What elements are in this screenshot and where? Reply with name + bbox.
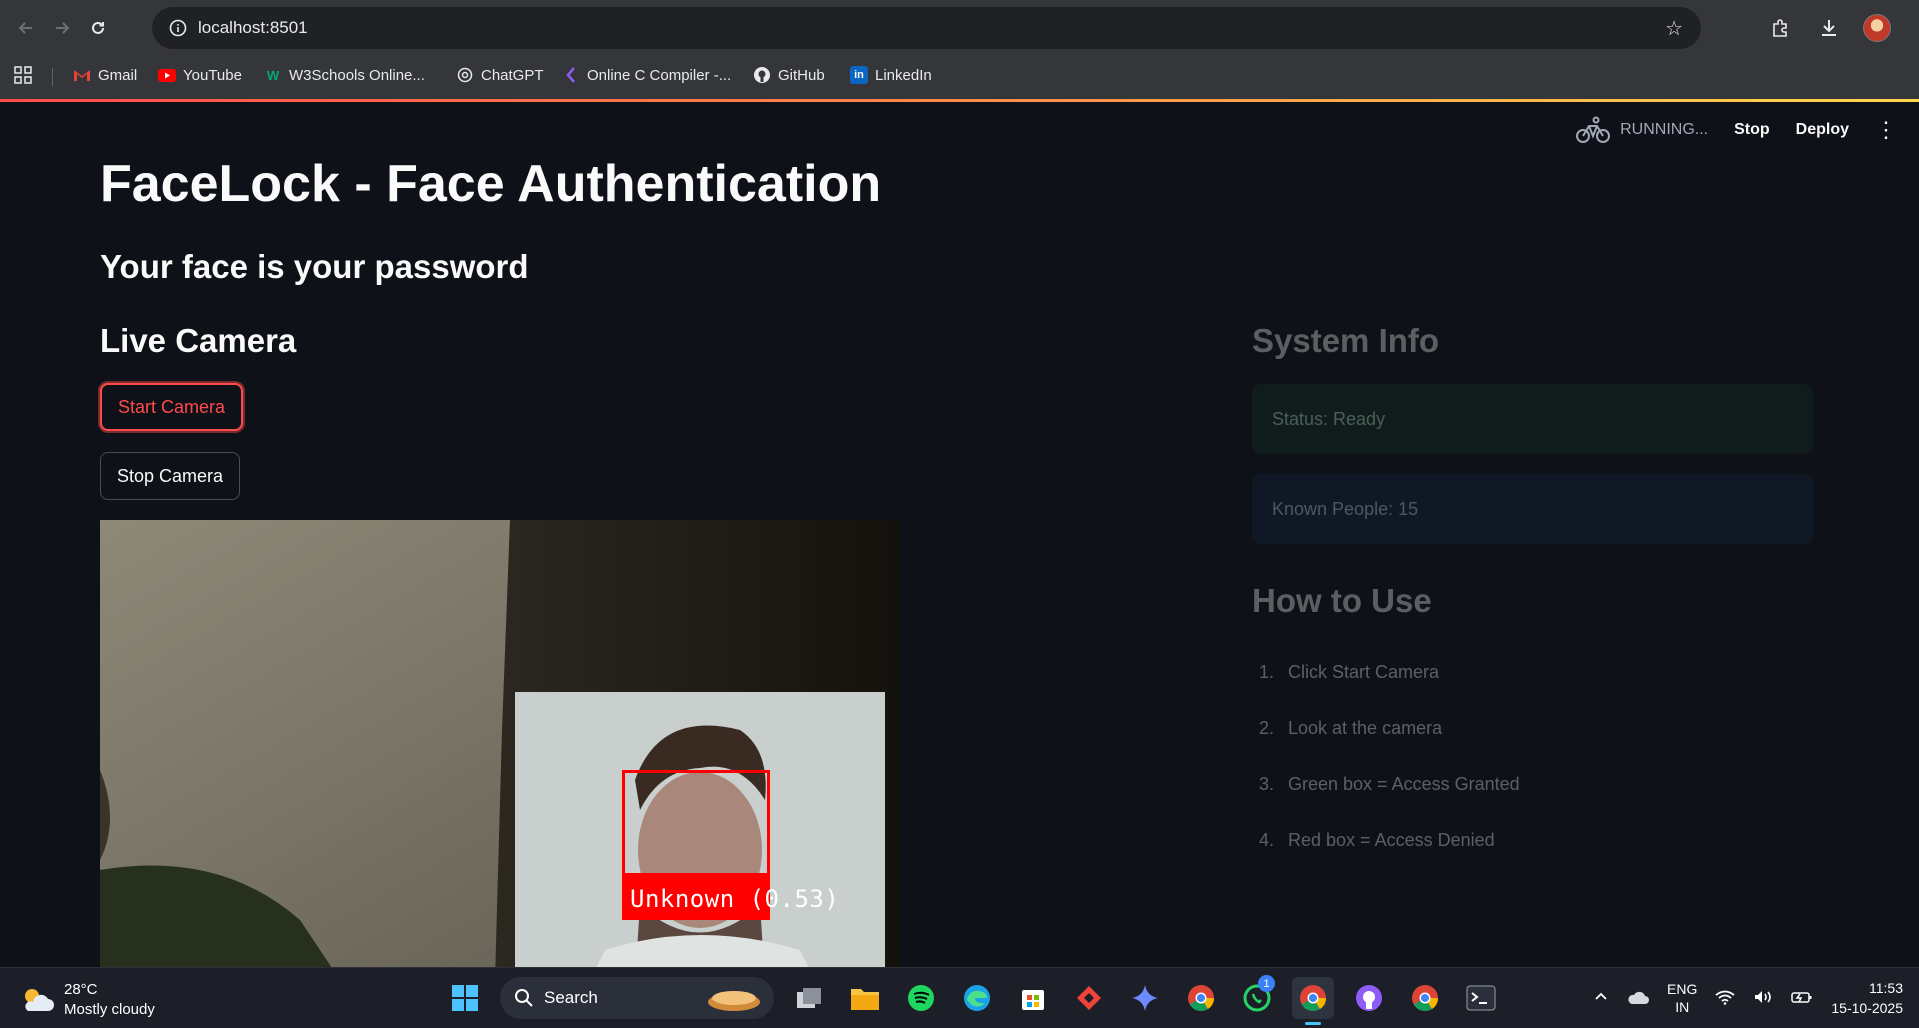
taskbar-apps: Search 1 — [444, 975, 1502, 1025]
detection-label-text: Unknown (0.53) — [630, 885, 840, 913]
clock[interactable]: 11:53 15-10-2025 — [1831, 978, 1903, 1018]
w3schools-icon: W — [266, 67, 280, 83]
wifi-icon[interactable] — [1715, 989, 1735, 1008]
running-label: RUNNING... — [1620, 121, 1709, 138]
search-highlight-icon — [708, 991, 760, 1011]
bookmark-label: GitHub — [778, 66, 825, 84]
address-bar[interactable]: localhost:8501 ☆ — [152, 7, 1701, 49]
bookmark-github[interactable]: GitHub — [753, 66, 825, 84]
youtube-icon — [158, 66, 176, 84]
system-info-heading: System Info — [1252, 322, 1440, 359]
face-detection-box — [622, 770, 770, 876]
bookmark-label: Online C Compiler -... — [587, 66, 732, 84]
chrome-active-icon[interactable] — [1292, 977, 1334, 1025]
active-indicator — [1305, 1022, 1321, 1025]
status-alert: Status: Ready — [1252, 384, 1813, 454]
anydesk-icon[interactable] — [1068, 977, 1110, 1019]
page-title: FaceLock - Face Authentication — [100, 155, 882, 213]
task-view-icon[interactable] — [788, 977, 830, 1019]
bookmark-linkedin[interactable]: in LinkedIn — [850, 66, 932, 84]
weather-condition: Mostly cloudy — [64, 1001, 155, 1018]
chrome-icon[interactable] — [1180, 977, 1222, 1019]
copilot-sparkle-icon[interactable] — [1124, 977, 1166, 1019]
language-indicator[interactable]: ENG IN — [1667, 980, 1697, 1016]
volume-icon[interactable] — [1753, 989, 1773, 1008]
terminal-icon[interactable] — [1460, 977, 1502, 1019]
bookmarks-divider — [52, 68, 53, 86]
download-icon[interactable] — [1815, 14, 1843, 42]
temperature: 28°C — [64, 981, 98, 998]
reload-button[interactable] — [80, 10, 116, 46]
bookmark-gmail[interactable]: Gmail — [73, 66, 137, 84]
running-status: RUNNING... — [1576, 116, 1708, 144]
face-detection-label: Unknown (0.53) — [622, 876, 839, 920]
forward-button[interactable] — [44, 10, 80, 46]
running-bike-icon — [1576, 116, 1611, 143]
whatsapp-icon[interactable]: 1 — [1236, 975, 1278, 1019]
compiler-icon — [562, 66, 580, 84]
spotify-icon[interactable] — [900, 977, 942, 1019]
github-icon — [753, 66, 771, 84]
stop-button[interactable]: Stop — [1734, 121, 1770, 139]
search-label: Search — [544, 988, 598, 1007]
chatgpt-icon — [456, 66, 474, 84]
bookmark-online-c-compiler[interactable]: Online C Compiler -... — [562, 66, 731, 84]
app-container: RUNNING... Stop Deploy ⋮ FaceLock - Face… — [0, 102, 1919, 967]
list-item: 1. Click Start Camera — [1258, 661, 1440, 682]
live-camera-heading: Live Camera — [100, 322, 297, 359]
site-info-icon[interactable] — [158, 19, 198, 37]
windows-taskbar: 28°C Mostly cloudy Search 1 ENG IN 11:53… — [0, 967, 1919, 1028]
bookmarks-bar: Gmail YouTube W W3Schools Online... Chat… — [0, 56, 1919, 98]
toolbar-actions — [1767, 7, 1919, 49]
taskbar-search[interactable]: Search — [500, 977, 774, 1019]
bookmark-w3schools[interactable]: W W3Schools Online... — [264, 66, 425, 84]
apps-grid-icon[interactable] — [14, 66, 32, 84]
streamlit-toolbar: RUNNING... Stop Deploy ⋮ — [1576, 116, 1919, 144]
onedrive-cloud-icon[interactable] — [1627, 989, 1650, 1008]
main-menu-icon[interactable]: ⋮ — [1875, 117, 1897, 143]
page-subtitle: Your face is your password — [100, 248, 529, 285]
bookmark-star-icon[interactable]: ☆ — [1665, 16, 1683, 41]
time: 11:53 — [1869, 980, 1903, 996]
battery-icon[interactable] — [1791, 989, 1813, 1008]
bookmark-label: YouTube — [183, 66, 242, 84]
edge-icon[interactable] — [956, 977, 998, 1019]
system-info-panel: System Info Status: Ready Known People: … — [1252, 322, 1813, 868]
back-button[interactable] — [8, 10, 44, 46]
weather-widget[interactable]: 28°C Mostly cloudy — [20, 980, 155, 1020]
url-text: localhost:8501 — [198, 18, 308, 37]
date: 15-10-2025 — [1831, 1000, 1903, 1016]
system-tray: ENG IN 11:53 15-10-2025 — [1593, 978, 1903, 1018]
list-item: 3. Green box = Access Granted — [1258, 773, 1520, 794]
gmail-icon — [73, 66, 91, 84]
microsoft-store-icon[interactable] — [1012, 977, 1054, 1019]
bookmark-chatgpt[interactable]: ChatGPT — [456, 66, 544, 84]
search-icon — [515, 989, 533, 1007]
windows-start-icon[interactable] — [444, 977, 486, 1019]
profile-avatar[interactable] — [1863, 14, 1891, 42]
known-people-alert: Known People: 15 — [1252, 474, 1813, 544]
how-to-use-list: 1. Click Start Camera 2. Look at the camer… — [1252, 644, 1813, 868]
file-explorer-icon[interactable] — [844, 977, 886, 1019]
bookmark-label: LinkedIn — [875, 66, 932, 84]
how-to-use-heading: How to Use — [1252, 582, 1432, 619]
list-item: 4. Red box = Access Denied — [1258, 829, 1495, 850]
camera-feed: Unknown (0.53) — [100, 520, 900, 967]
bookmark-youtube[interactable]: YouTube — [158, 66, 242, 84]
stop-camera-button[interactable]: Stop Camera — [100, 452, 241, 500]
notification-badge: 1 — [1258, 975, 1275, 992]
deploy-button[interactable]: Deploy — [1796, 121, 1849, 139]
bookmark-label: ChatGPT — [481, 66, 544, 84]
extensions-icon[interactable] — [1767, 14, 1795, 42]
github-desktop-icon[interactable] — [1348, 977, 1390, 1019]
browser-chrome: localhost:8501 ☆ Gmail YouTube W W3Schoo… — [0, 0, 1919, 100]
linkedin-icon: in — [850, 66, 868, 84]
cloud-sun-icon — [25, 989, 54, 1011]
bookmark-label: W3Schools Online... — [289, 66, 425, 84]
list-item: 2. Look at the camera — [1258, 717, 1443, 738]
chevron-up-icon[interactable] — [1593, 989, 1609, 1008]
start-camera-button[interactable]: Start Camera — [100, 383, 244, 431]
bookmark-label: Gmail — [98, 66, 138, 84]
chrome-profile-icon[interactable] — [1404, 977, 1446, 1019]
